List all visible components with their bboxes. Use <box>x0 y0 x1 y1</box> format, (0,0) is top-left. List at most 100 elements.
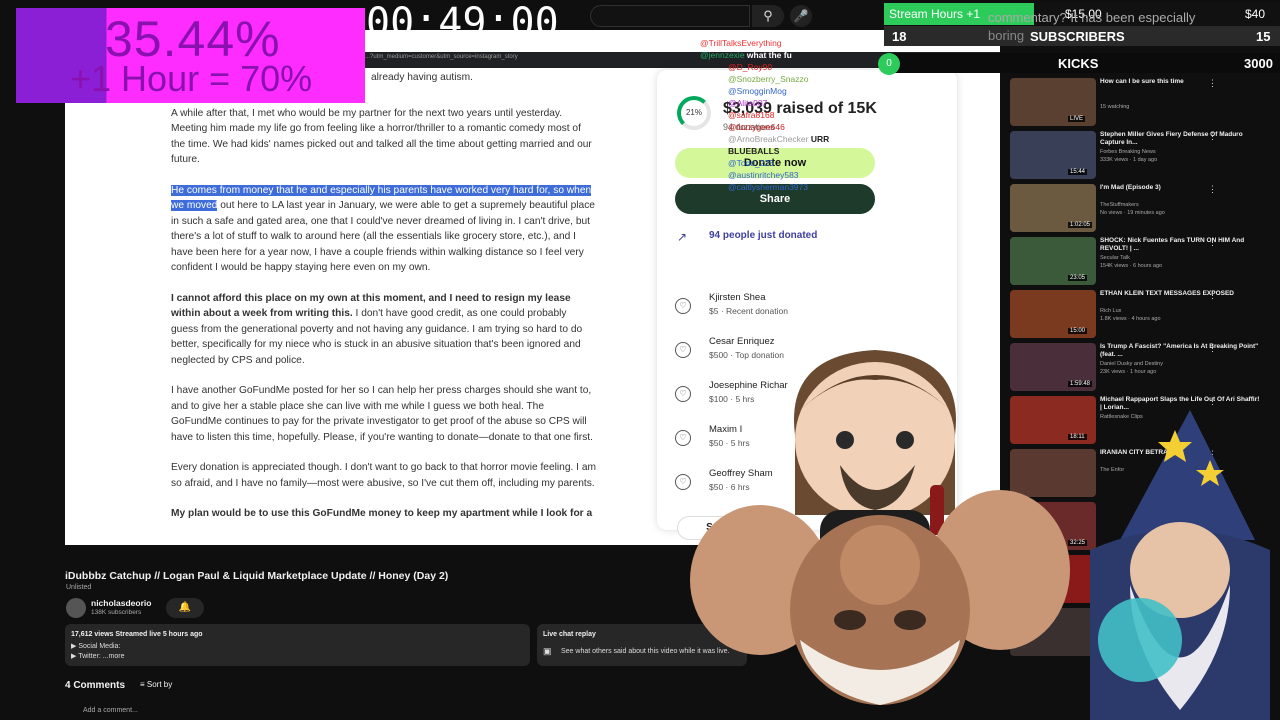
heart-hand-icon: ♡ <box>675 342 691 358</box>
heart-hand-icon: ♡ <box>675 474 691 490</box>
more-options-icon[interactable]: ⋮ <box>1208 184 1217 195</box>
chat-message: @TrillTalksEverything son wtf... <box>700 38 821 49</box>
related-views: 15 watching <box>1100 104 1130 110</box>
donation-amount: $100 · 5 hrs <box>709 394 755 404</box>
sort-by-button[interactable]: ≡ Sort by <box>140 680 172 689</box>
related-video-item[interactable]: I'm Mad (Episode 3) TheStuffmakers No view… <box>1008 184 1278 236</box>
related-video-title[interactable]: Stephen Miller Gives Fiery Defense Of Ma… <box>1100 131 1260 147</box>
related-channel: Rich Lux <box>1100 308 1122 314</box>
subscribers-left: 18 <box>892 29 907 44</box>
duration-badge: 15:44 <box>1068 169 1088 175</box>
story-paragraph-3: I cannot afford this place on my own at … <box>171 292 583 366</box>
chat-message: @caitlysherman3973 <box>728 182 808 193</box>
stream-timer: 00:49:00 <box>366 0 559 46</box>
subscribers-label: SUBSCRIBERS <box>1030 29 1125 44</box>
related-channel: Daniel Dusky and Destiny <box>1100 361 1163 367</box>
related-video-item[interactable]: How can I be sure this time 15 watching LI… <box>1008 78 1278 130</box>
duration-badge: LIVE <box>1068 116 1086 122</box>
chat-message: @Snozberry_Snazzo <box>728 74 808 85</box>
chat-user: @Snozberry_Snazzo <box>728 74 809 84</box>
visibility-badge: Unlisted <box>66 584 92 591</box>
kicks-label: KICKS <box>1058 56 1099 71</box>
related-channel: Forbes Breaking News <box>1100 149 1156 155</box>
chat-user: @Alita007 <box>728 98 768 108</box>
chat-message: @austinritchey583 <box>728 170 799 181</box>
chat-user: @ArnoBreakChecker <box>728 134 809 144</box>
url-text: ...?utm_medium=customer&utm_source=insta… <box>365 54 518 60</box>
chat-user: @fuzzygee646 <box>728 122 785 132</box>
channel-avatar[interactable] <box>66 598 86 618</box>
related-video-title[interactable]: SHOCK: Nick Fuentes Fans TURN ON HIM And… <box>1100 237 1260 253</box>
channel-name[interactable]: nicholasdeorio <box>91 598 151 608</box>
related-video-title[interactable]: ETHAN KLEIN TEXT MESSAGES EXPOSED <box>1100 290 1260 298</box>
video-title: iDubbbz Catchup // Logan Paul & Liquid M… <box>65 570 449 582</box>
story-paragraph-1: A while after that, I met who would be m… <box>171 107 592 166</box>
progress-ring: 21% <box>677 96 711 130</box>
story-paragraph-5: Every donation is appreciated though. I … <box>171 462 596 489</box>
chat-user: @caitlysherman3973 <box>728 182 808 192</box>
more-options-icon[interactable]: ⋮ <box>1208 396 1217 407</box>
chat-message: BLUEBALLS <box>728 146 779 157</box>
story-fragment: already having autism. <box>371 72 473 83</box>
chat-message: @ArnoBreakChecker URR <box>728 134 829 145</box>
bell-icon[interactable]: 🔔 <box>166 598 204 618</box>
related-channel: TheStuffmakers <box>1100 202 1139 208</box>
chat-user: @Todd_225 <box>728 158 774 168</box>
description-line: ▶ Twitter: ...more <box>71 653 125 660</box>
donor-row: ♡ Kjirsten Shea $5 · Recent donation <box>675 292 935 332</box>
more-options-icon[interactable]: ⋮ <box>1208 131 1217 142</box>
heart-hand-icon: ♡ <box>675 430 691 446</box>
kicks-badge: 0 <box>878 53 900 75</box>
search-icon[interactable]: ⚲ <box>752 5 784 27</box>
related-views: 1.8K views · 4 hours ago <box>1100 316 1161 322</box>
chat-message: @Todd_225 <box>728 158 774 169</box>
gofundme-story: already having autism. A while after tha… <box>171 70 596 537</box>
duration-badge: 1:02:05 <box>1068 222 1093 228</box>
chat-text: son wtf... <box>783 38 821 48</box>
subscribers-bar: 18 SUBSCRIBERS 15 <box>884 26 1280 46</box>
related-video-title[interactable]: Is Trump A Fascist? "America Is At Break… <box>1100 343 1260 359</box>
duration-badge: 15:00 <box>1068 328 1088 334</box>
more-options-icon[interactable]: ⋮ <box>1208 343 1217 354</box>
related-views: 23K views · 1 hour ago <box>1100 369 1157 375</box>
duration-badge: 23:05 <box>1068 275 1088 281</box>
related-video-item[interactable]: SHOCK: Nick Fuentes Fans TURN ON HIM And… <box>1008 237 1278 289</box>
more-options-icon[interactable]: ⋮ <box>1208 78 1217 89</box>
related-views: 333K views · 1 day ago <box>1100 157 1158 163</box>
chat-text: BLUEBALLS <box>728 146 780 156</box>
chat-user: @SmogginMog <box>728 86 787 96</box>
kicks-bar: KICKS 3000 <box>884 53 1280 73</box>
more-options-icon[interactable]: ⋮ <box>1208 290 1217 301</box>
related-video-title[interactable]: I'm Mad (Episode 3) <box>1100 184 1260 192</box>
donation-amount: $50 · 5 hrs <box>709 438 750 448</box>
chat-user: @TrillTalksEverything <box>700 38 782 48</box>
related-video-item[interactable]: Stephen Miller Gives Fiery Defense Of Ma… <box>1008 131 1278 183</box>
recent-donors-label: 94 people just donated <box>709 230 818 241</box>
heart-hand-icon: ♡ <box>675 386 691 402</box>
chat-message: @SmogginMog <box>728 86 787 97</box>
ghost-text-2: boring <box>988 28 1025 43</box>
chat-user: @jennzexie <box>700 50 745 60</box>
search-input[interactable] <box>590 5 750 27</box>
chat-user: @austinritchey583 <box>728 170 799 180</box>
subscribers-right: 15 <box>1256 29 1271 44</box>
chat-user: @safra8168 <box>728 110 775 120</box>
live-chat-title: Live chat replay <box>543 631 596 638</box>
microphone-icon[interactable]: 🎤 <box>790 5 812 27</box>
description-box[interactable]: 17,612 views Streamed live 5 hours ago ▶… <box>65 624 530 666</box>
comments-count: 4 Comments <box>65 680 126 691</box>
chat-icon: ▣ <box>543 646 552 656</box>
chat-message: @D_Roy90 <box>728 62 772 73</box>
related-video-item[interactable]: ETHAN KLEIN TEXT MESSAGES EXPOSED Rich Lu… <box>1008 290 1278 342</box>
sort-icon: ≡ <box>140 680 147 689</box>
donor-name: Maxim I <box>709 424 743 435</box>
related-video-title[interactable]: How can I be sure this time <box>1100 78 1260 86</box>
more-options-icon[interactable]: ⋮ <box>1208 237 1217 248</box>
related-video-item[interactable]: Is Trump A Fascist? "America Is At Break… <box>1008 343 1278 395</box>
money-right: $40 <box>1245 7 1266 21</box>
add-comment-input[interactable]: Add a comment... <box>83 707 138 714</box>
related-channel: Secular Talk <box>1100 255 1130 261</box>
duration-badge: 1:59:48 <box>1068 381 1093 387</box>
related-views: No views · 19 minutes ago <box>1100 210 1165 216</box>
chat-message: @safra8168 <box>728 110 774 121</box>
